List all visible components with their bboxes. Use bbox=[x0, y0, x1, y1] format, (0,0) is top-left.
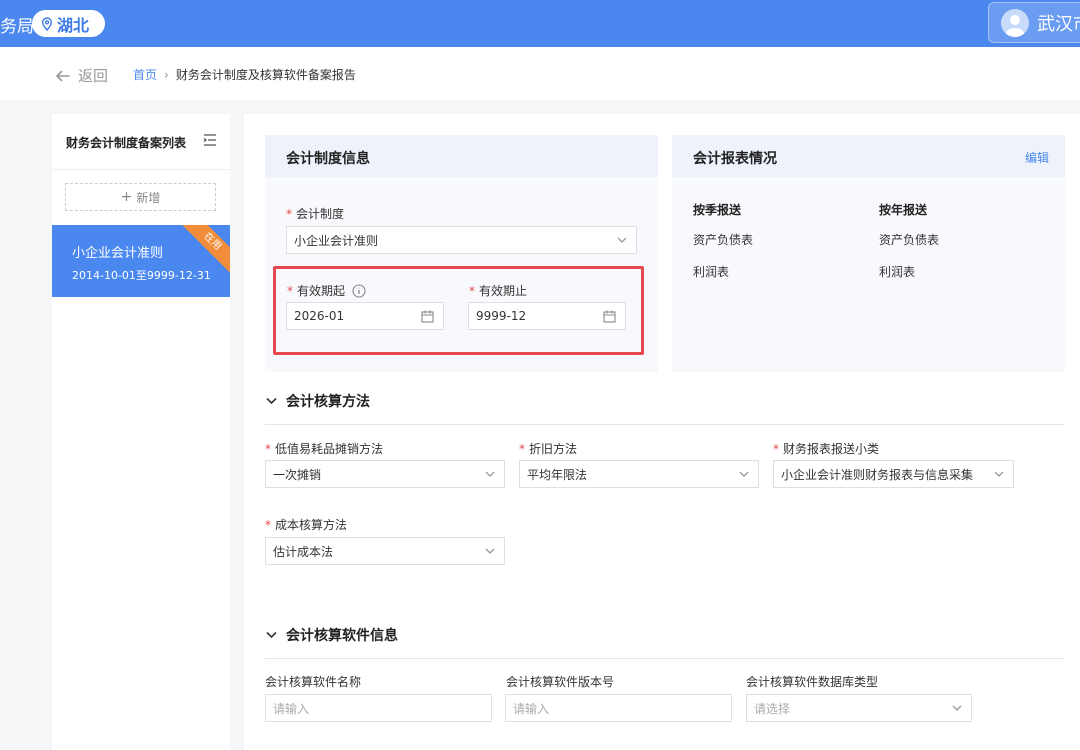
breadcrumb-bar: 返回 首页 › 财务会计制度及核算软件备案报告 bbox=[0, 47, 1080, 100]
depreciation-select-value: 平均年限法 bbox=[527, 467, 588, 482]
software-db-placeholder: 请选择 bbox=[754, 701, 791, 716]
chevron-down-icon bbox=[266, 397, 277, 405]
top-bar: 务局 湖北 武汉市 bbox=[0, 0, 1080, 47]
record-list-sidebar: 财务会计制度备案列表 + 新增 小企业会计准则 2014-10-01至9999-… bbox=[52, 114, 230, 750]
software-db-label: 会计核算软件数据库类型 bbox=[746, 675, 879, 689]
sidebar-item-date-range: 2014-10-01至9999-12-31 bbox=[72, 269, 211, 282]
chevron-down-icon bbox=[617, 237, 627, 243]
section-divider bbox=[265, 658, 1065, 659]
annual-report-item: 利润表 bbox=[879, 265, 916, 279]
section-divider bbox=[265, 424, 1065, 425]
chevron-down-icon bbox=[485, 471, 495, 477]
add-record-button[interactable]: + 新增 bbox=[65, 183, 216, 211]
software-name-input[interactable]: 请输入 bbox=[265, 694, 492, 722]
report-subclass-label: * 财务报表报送小类 bbox=[773, 442, 880, 456]
breadcrumb-current: 财务会计制度及核算软件备案报告 bbox=[175, 68, 356, 82]
software-version-placeholder: 请输入 bbox=[513, 701, 550, 716]
card-title: 会计报表情况 bbox=[693, 151, 777, 167]
cost-method-select-value: 估计成本法 bbox=[273, 544, 334, 559]
user-menu[interactable]: 武汉市 bbox=[988, 2, 1080, 43]
system-label: * 会计制度 bbox=[286, 207, 345, 221]
sidebar-title: 财务会计制度备案列表 bbox=[66, 136, 187, 150]
edit-report-link[interactable]: 编辑 bbox=[1025, 149, 1049, 166]
low-value-select[interactable]: 一次摊销 bbox=[265, 460, 505, 488]
user-avatar-icon bbox=[1001, 8, 1029, 37]
plus-icon: + bbox=[120, 189, 133, 205]
region-selector[interactable]: 湖北 bbox=[32, 10, 105, 37]
section-title: 会计核算软件信息 bbox=[286, 628, 398, 644]
software-name-label: 会计核算软件名称 bbox=[265, 675, 362, 689]
low-value-label: * 低值易耗品摊销方法 bbox=[265, 442, 384, 456]
annual-report-item: 资产负债表 bbox=[879, 233, 940, 247]
org-name-fragment: 务局 bbox=[0, 17, 34, 37]
low-value-select-value: 一次摊销 bbox=[273, 467, 322, 482]
back-button[interactable]: 返回 bbox=[55, 65, 108, 86]
cost-method-label: * 成本核算方法 bbox=[265, 518, 348, 532]
software-name-placeholder: 请输入 bbox=[273, 701, 310, 716]
user-name: 武汉市 bbox=[1037, 13, 1080, 35]
chevron-down-icon bbox=[739, 471, 749, 477]
chevron-down-icon bbox=[266, 631, 277, 639]
report-subclass-select-value: 小企业会计准则财务报表与信息采集 bbox=[781, 467, 974, 482]
add-record-label: 新增 bbox=[136, 190, 161, 205]
breadcrumb-home-link[interactable]: 首页 bbox=[133, 66, 157, 83]
sidebar-item-selected[interactable]: 小企业会计准则 2014-10-01至9999-12-31 在用 bbox=[52, 225, 230, 297]
depreciation-select[interactable]: 平均年限法 bbox=[519, 460, 759, 488]
software-version-input[interactable]: 请输入 bbox=[505, 694, 732, 722]
highlight-box bbox=[273, 266, 644, 355]
quarterly-report-item: 资产负债表 bbox=[693, 233, 754, 247]
chevron-down-icon bbox=[994, 471, 1004, 477]
annual-column-head: 按年报送 bbox=[879, 203, 928, 217]
quarterly-report-item: 利润表 bbox=[693, 265, 730, 279]
system-select-value: 小企业会计准则 bbox=[294, 233, 379, 248]
chevron-down-icon bbox=[952, 705, 962, 711]
software-section-toggle[interactable]: 会计核算软件信息 bbox=[266, 625, 398, 645]
card-title: 会计制度信息 bbox=[286, 151, 370, 167]
cost-method-select[interactable]: 估计成本法 bbox=[265, 537, 505, 565]
report-subclass-select[interactable]: 小企业会计准则财务报表与信息采集 bbox=[773, 460, 1014, 488]
software-version-label: 会计核算软件版本号 bbox=[506, 675, 615, 689]
collapse-menu-icon[interactable] bbox=[203, 133, 217, 147]
depreciation-label: * 折旧方法 bbox=[519, 442, 578, 456]
region-label: 湖北 bbox=[57, 15, 90, 35]
methods-section-toggle[interactable]: 会计核算方法 bbox=[266, 391, 370, 411]
location-pin-icon bbox=[41, 16, 53, 31]
system-select[interactable]: 小企业会计准则 bbox=[286, 226, 637, 254]
section-title: 会计核算方法 bbox=[286, 394, 370, 410]
quarterly-column-head: 按季报送 bbox=[693, 203, 742, 217]
sidebar-item-name: 小企业会计准则 bbox=[72, 246, 164, 261]
card-header: 会计报表情况 编辑 bbox=[672, 135, 1065, 177]
software-db-select[interactable]: 请选择 bbox=[746, 694, 972, 722]
breadcrumb-separator: › bbox=[164, 67, 169, 82]
sidebar-divider bbox=[52, 169, 230, 170]
back-label: 返回 bbox=[78, 67, 109, 85]
chevron-down-icon bbox=[485, 548, 495, 554]
report-status-card: 会计报表情况 编辑 bbox=[672, 135, 1065, 372]
breadcrumb: 首页 › 财务会计制度及核算软件备案报告 bbox=[133, 66, 356, 83]
arrow-left-icon bbox=[56, 70, 70, 81]
card-header: 会计制度信息 bbox=[265, 135, 658, 177]
